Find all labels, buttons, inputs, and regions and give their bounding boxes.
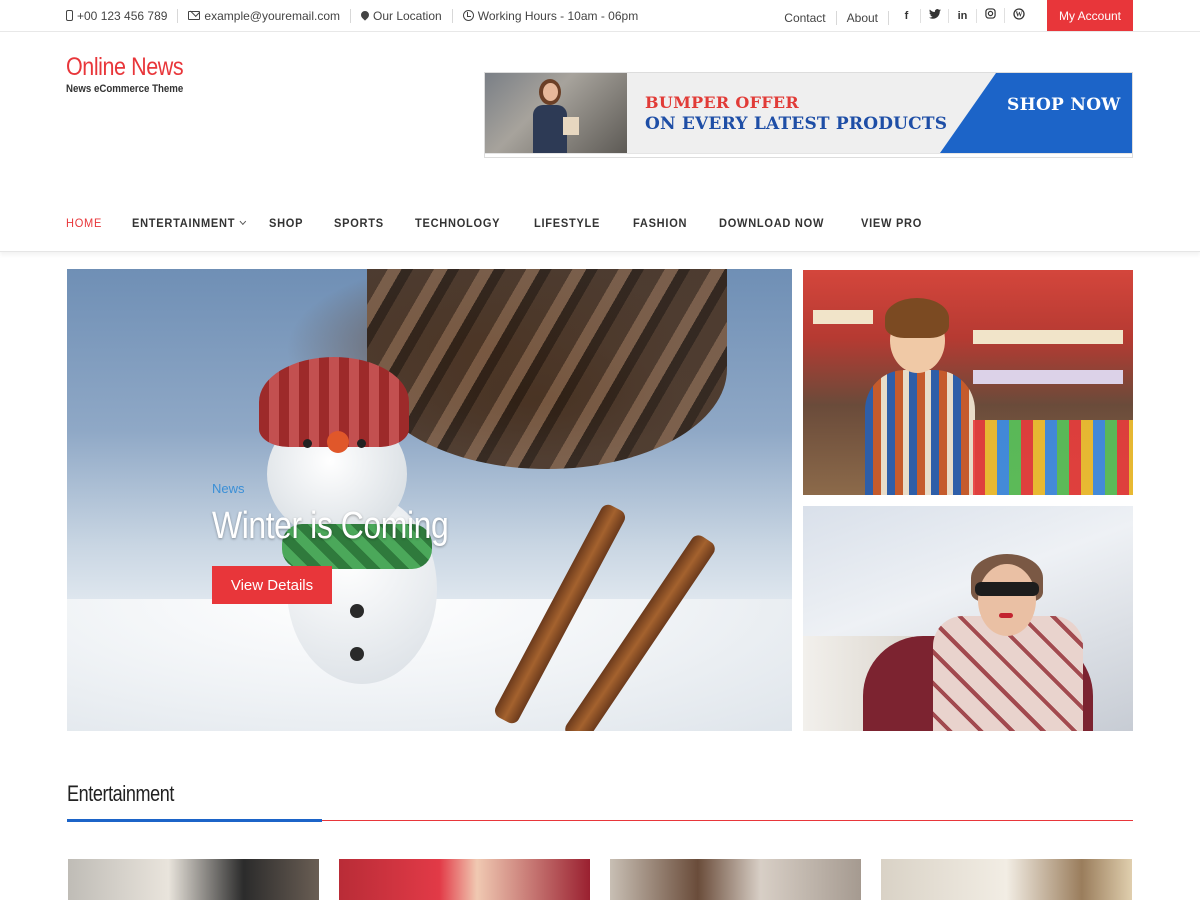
top-bar: +00 123 456 789 example@youremail.com Ou… bbox=[0, 0, 1200, 32]
hours-text: Working Hours - 10am - 06pm bbox=[477, 8, 639, 23]
nav-technology[interactable]: TECHNOLOGY bbox=[415, 216, 500, 230]
linkedin-icon[interactable]: in bbox=[949, 8, 977, 23]
ad-banner[interactable]: BUMPER OFFER ON EVERY LATEST PRODUCTS SH… bbox=[484, 72, 1133, 158]
section-title: Entertainment bbox=[67, 781, 174, 806]
phone-text: +00 123 456 789 bbox=[77, 8, 168, 23]
map-pin-icon bbox=[359, 8, 371, 21]
banner-photo bbox=[485, 73, 627, 153]
location-info: Our Location bbox=[359, 8, 453, 23]
kid-shirt bbox=[865, 370, 975, 495]
banner-headline: BUMPER OFFER bbox=[645, 93, 800, 112]
hero-title[interactable]: Winter is Coming bbox=[212, 505, 449, 548]
hero-pinecone bbox=[367, 269, 727, 469]
toy-shelf bbox=[973, 330, 1123, 344]
entertainment-thumb[interactable] bbox=[339, 859, 590, 900]
banner-shop-now[interactable]: SHOP NOW bbox=[1007, 95, 1121, 115]
snowman-button bbox=[350, 647, 364, 661]
top-bar-right: Contact About f in W My Account bbox=[774, 0, 1200, 31]
twitter-icon[interactable] bbox=[921, 8, 949, 23]
envelope-icon bbox=[188, 11, 201, 20]
contact-link[interactable]: Contact bbox=[774, 10, 837, 25]
banner-bottom-strip bbox=[485, 153, 1132, 157]
snowman-eye-left bbox=[303, 439, 312, 448]
site-tagline: News eCommerce Theme bbox=[66, 83, 184, 95]
location-text: Our Location bbox=[372, 8, 442, 23]
nav-fashion[interactable]: FASHION bbox=[633, 216, 687, 230]
wordpress-icon[interactable]: W bbox=[1005, 7, 1033, 24]
contact-info: +00 123 456 789 example@youremail.com Ou… bbox=[66, 0, 658, 31]
banner-subheadline: ON EVERY LATEST PRODUCTS bbox=[645, 114, 948, 134]
nav-lifestyle[interactable]: LIFESTYLE bbox=[534, 216, 600, 230]
toy-blocks bbox=[973, 420, 1133, 495]
email-text[interactable]: example@youremail.com bbox=[204, 9, 340, 23]
hero-category[interactable]: News bbox=[212, 481, 245, 496]
instagram-icon[interactable] bbox=[977, 8, 1005, 23]
chevron-down-icon[interactable] bbox=[239, 217, 247, 225]
nav-entertainment[interactable]: ENTERTAINMENT bbox=[132, 216, 247, 230]
my-account-button[interactable]: My Account bbox=[1047, 0, 1133, 31]
banner-woman-face bbox=[543, 83, 558, 101]
clock-icon bbox=[462, 10, 474, 21]
banner-woman-body bbox=[533, 105, 567, 153]
phone-info: +00 123 456 789 bbox=[66, 8, 179, 23]
phone-icon bbox=[66, 10, 73, 21]
nav-shop[interactable]: SHOP bbox=[269, 216, 303, 230]
email-info[interactable]: example@youremail.com bbox=[188, 8, 351, 23]
snowman-button bbox=[350, 604, 364, 618]
nav-download-now[interactable]: DOWNLOAD NOW bbox=[719, 216, 824, 230]
entertainment-thumb[interactable] bbox=[881, 859, 1132, 900]
main-nav: HOME ENTERTAINMENT SHOP SPORTS TECHNOLOG… bbox=[0, 196, 1200, 252]
kid-hair bbox=[885, 298, 949, 338]
entertainment-thumb[interactable] bbox=[68, 859, 319, 900]
entertainment-thumb[interactable] bbox=[610, 859, 861, 900]
side-card-shopping[interactable] bbox=[803, 506, 1133, 731]
svg-text:W: W bbox=[1016, 10, 1023, 18]
hours-info: Working Hours - 10am - 06pm bbox=[462, 8, 649, 23]
nav-entertainment-label: ENTERTAINMENT bbox=[132, 216, 236, 230]
woman-sunglasses bbox=[975, 582, 1039, 596]
snowman-nose bbox=[327, 431, 349, 453]
view-details-button[interactable]: View Details bbox=[212, 566, 332, 604]
woman-lips bbox=[999, 613, 1013, 618]
section-divider-accent bbox=[67, 819, 322, 822]
side-card-toys[interactable] bbox=[803, 270, 1133, 495]
nav-view-pro[interactable]: VIEW PRO bbox=[861, 216, 922, 230]
woman-face bbox=[978, 564, 1036, 636]
nav-sports[interactable]: SPORTS bbox=[334, 216, 384, 230]
toy-shelf bbox=[973, 370, 1123, 384]
banner-shopping-bag bbox=[563, 117, 579, 135]
facebook-icon[interactable]: f bbox=[893, 8, 921, 23]
about-link[interactable]: About bbox=[837, 10, 889, 25]
nav-home[interactable]: HOME bbox=[66, 216, 102, 230]
hero-slide[interactable]: News Winter is Coming View Details bbox=[67, 269, 792, 731]
site-title[interactable]: Online News bbox=[66, 53, 184, 82]
toy-shelf bbox=[813, 310, 873, 324]
snowman-eye-right bbox=[357, 439, 366, 448]
nav-items: HOME ENTERTAINMENT SHOP SPORTS TECHNOLOG… bbox=[66, 216, 954, 230]
